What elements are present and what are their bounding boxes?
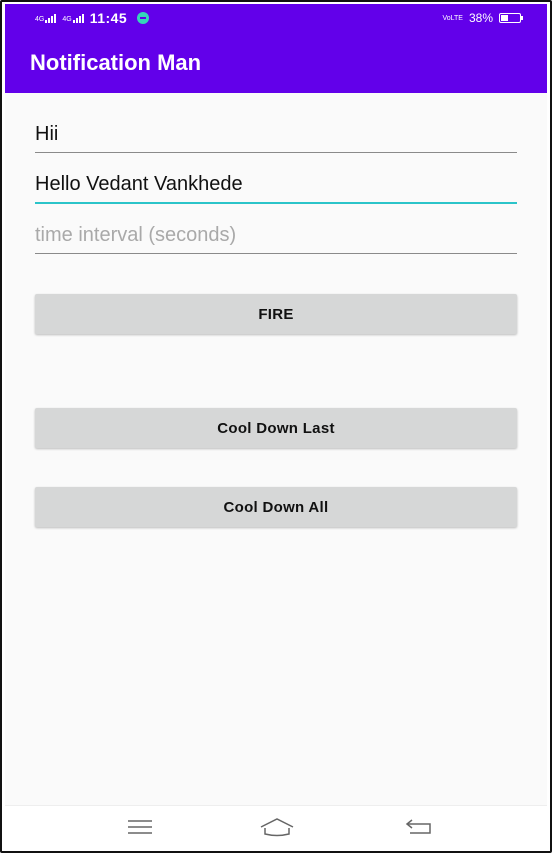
title-input[interactable]: Hii <box>35 123 517 153</box>
fire-button[interactable]: FIRE <box>35 294 517 334</box>
signal-icon: 4G <box>62 13 84 23</box>
status-left: 4G 4G 11:45 <box>35 10 150 26</box>
status-time: 11:45 <box>89 10 128 26</box>
status-right: VoLTE 38% <box>442 11 523 25</box>
menu-icon[interactable] <box>125 816 155 843</box>
navigation-bar <box>5 805 547 849</box>
message-input[interactable]: Hello Vedant Vankhede <box>35 173 517 204</box>
battery-icon <box>499 13 523 23</box>
app-title: Notification Man <box>30 49 202 75</box>
status-bar: 4G 4G 11:45 VoLTE 38% <box>5 4 547 32</box>
time-interval-input[interactable]: time interval (seconds) <box>35 224 517 254</box>
home-icon[interactable] <box>259 816 295 843</box>
volte-icon: VoLTE <box>442 14 463 22</box>
battery-percentage: 38% <box>468 11 493 25</box>
network-type-label: 4G <box>35 15 45 23</box>
battery-fill <box>501 15 508 21</box>
network-type-label: 4G <box>62 15 72 23</box>
app-bar: Notification Man <box>5 32 547 93</box>
cool-down-all-button[interactable]: Cool Down All <box>35 487 517 527</box>
cool-down-last-button[interactable]: Cool Down Last <box>35 408 517 448</box>
signal-icon: 4G <box>35 13 57 23</box>
main-content: Hii Hello Vedant Vankhede time interval … <box>5 93 547 805</box>
message-icon <box>137 12 150 24</box>
back-icon[interactable] <box>404 816 434 843</box>
